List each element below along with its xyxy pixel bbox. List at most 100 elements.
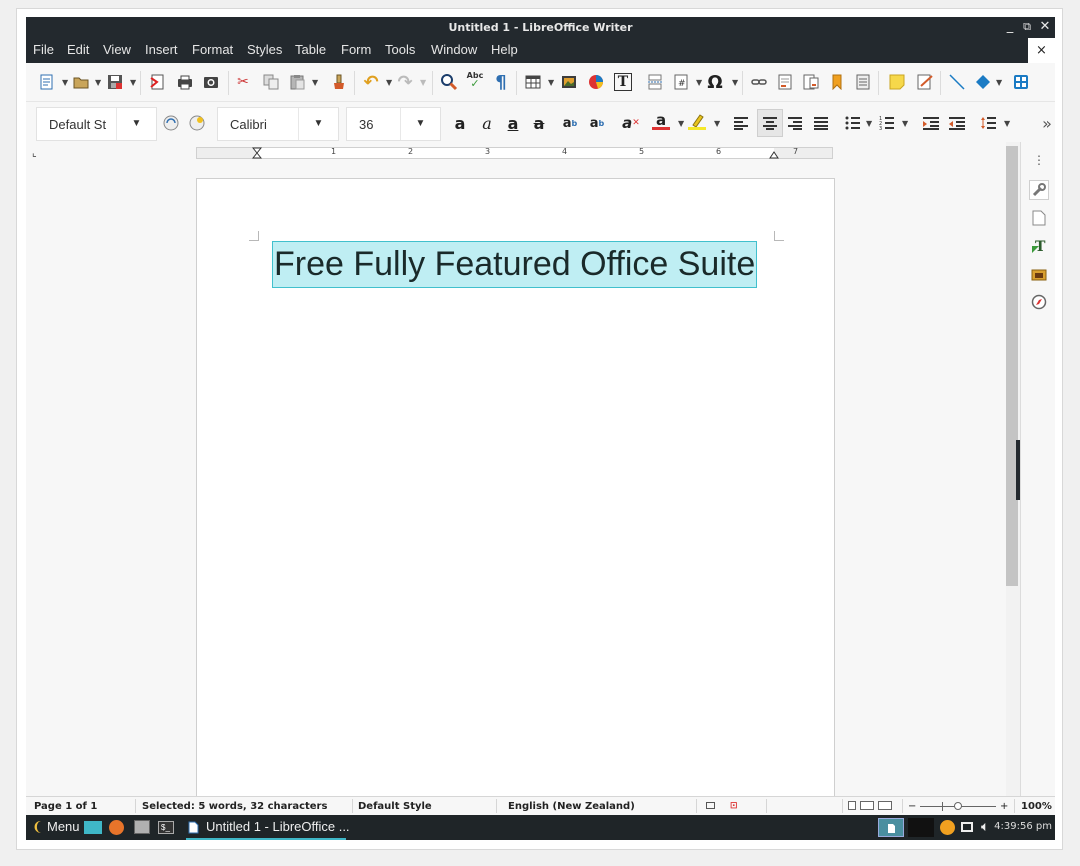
properties-icon[interactable]: [1029, 180, 1049, 200]
zoom-slider-handle[interactable]: [954, 802, 962, 810]
chevron-down-icon[interactable]: ▼: [130, 78, 136, 87]
chevron-down-icon[interactable]: ▼: [116, 108, 156, 140]
menu-table[interactable]: Table: [295, 42, 326, 57]
print-preview-icon[interactable]: [202, 73, 220, 91]
scrollbar-thumb[interactable]: [1006, 146, 1018, 586]
menu-styles[interactable]: Styles: [247, 42, 282, 57]
font-color-icon[interactable]: a: [652, 111, 670, 130]
chevron-down-icon[interactable]: ▼: [696, 78, 702, 87]
zoom-in-button[interactable]: +: [1000, 801, 1008, 812]
bold-icon[interactable]: a: [451, 114, 469, 133]
page-deck-icon[interactable]: [1029, 208, 1049, 228]
single-page-view-icon[interactable]: [848, 801, 856, 810]
language[interactable]: English (New Zealand): [508, 801, 635, 812]
paragraph-style-combo[interactable]: Default St ▼: [36, 107, 157, 141]
menu-logo-icon[interactable]: ❨: [32, 819, 43, 835]
decrease-indent-icon[interactable]: [948, 114, 966, 132]
justify-icon[interactable]: [812, 114, 830, 132]
chevron-down-icon[interactable]: ▼: [902, 119, 908, 128]
align-right-icon[interactable]: [786, 114, 804, 132]
endnote-icon[interactable]: [802, 73, 820, 91]
italic-icon[interactable]: a: [478, 114, 496, 133]
sidebar-menu-icon[interactable]: ⋮: [1029, 150, 1049, 170]
styles-deck-icon[interactable]: T: [1029, 236, 1049, 256]
font-size-combo[interactable]: 36 ▼: [346, 107, 441, 141]
footnote-icon[interactable]: [776, 73, 794, 91]
chevron-down-icon[interactable]: ▼: [866, 119, 872, 128]
menu-insert[interactable]: Insert: [145, 42, 178, 57]
firefox-icon[interactable]: [109, 820, 124, 835]
cross-reference-icon[interactable]: [854, 73, 872, 91]
ordered-list-icon[interactable]: 123: [878, 114, 896, 132]
chevron-down-icon[interactable]: ▼: [732, 78, 738, 87]
menu-edit[interactable]: Edit: [67, 42, 89, 57]
menu-format[interactable]: Format: [192, 42, 233, 57]
restore-button[interactable]: ⧉: [1018, 19, 1036, 35]
superscript-icon[interactable]: ab: [561, 114, 579, 132]
insert-mode-icon[interactable]: [706, 802, 715, 809]
close-document-button[interactable]: ×: [1028, 38, 1055, 63]
menu-view[interactable]: View: [103, 42, 131, 57]
align-left-icon[interactable]: [732, 114, 750, 132]
workspace-2[interactable]: [908, 818, 934, 837]
special-character-icon[interactable]: Ω: [706, 72, 724, 93]
file-manager-icon[interactable]: [134, 820, 150, 834]
open-icon[interactable]: [72, 73, 90, 91]
redo-icon[interactable]: ↷: [396, 72, 414, 93]
document-page[interactable]: Free Fully Featured Office Suite: [196, 178, 835, 818]
line-spacing-icon[interactable]: [980, 114, 998, 132]
chevron-down-icon[interactable]: ▼: [62, 78, 68, 87]
chevron-down-icon[interactable]: ▼: [678, 119, 684, 128]
chevron-down-icon[interactable]: ▼: [298, 108, 338, 140]
document-modified-icon[interactable]: ⊡: [730, 801, 738, 811]
zoom-out-button[interactable]: −: [908, 801, 916, 812]
unordered-list-icon[interactable]: [844, 114, 862, 132]
hyperlink-icon[interactable]: [750, 73, 768, 91]
word-count[interactable]: Selected: 5 words, 32 characters: [142, 801, 327, 812]
start-menu-button[interactable]: Menu: [47, 819, 80, 834]
navigator-icon[interactable]: [1029, 292, 1049, 312]
subscript-icon[interactable]: ab: [588, 114, 606, 132]
chevron-down-icon[interactable]: ▼: [95, 78, 101, 87]
cut-icon[interactable]: ✂: [234, 73, 252, 91]
menu-help[interactable]: Help: [491, 42, 518, 57]
font-name-combo[interactable]: Calibri ▼: [217, 107, 339, 141]
book-view-icon[interactable]: [878, 801, 892, 810]
menu-tools[interactable]: Tools: [385, 42, 415, 57]
print-icon[interactable]: [176, 73, 194, 91]
right-indent-marker[interactable]: [769, 151, 779, 159]
align-center-icon[interactable]: [757, 109, 783, 137]
chevron-down-icon[interactable]: ▼: [996, 78, 1002, 87]
workspace-switcher[interactable]: [878, 818, 904, 837]
toolbar-overflow-button[interactable]: »: [1038, 114, 1056, 133]
insert-image-icon[interactable]: [560, 73, 578, 91]
menu-form[interactable]: Form: [341, 42, 371, 57]
new-document-icon[interactable]: [38, 73, 56, 91]
page-break-icon[interactable]: [646, 73, 664, 91]
show-desktop-icon[interactable]: [84, 821, 102, 834]
formatting-marks-icon[interactable]: ¶: [492, 72, 510, 93]
insert-table-icon[interactable]: [524, 73, 542, 91]
bookmark-icon[interactable]: [828, 73, 846, 91]
update-style-icon[interactable]: [162, 114, 180, 132]
save-icon[interactable]: [106, 73, 124, 91]
line-icon[interactable]: [948, 73, 966, 91]
gallery-deck-icon[interactable]: [1029, 264, 1049, 284]
comment-icon[interactable]: [888, 73, 906, 91]
strikethrough-icon[interactable]: a: [530, 114, 548, 133]
clone-formatting-icon[interactable]: [330, 73, 348, 91]
track-changes-icon[interactable]: [916, 73, 934, 91]
chevron-down-icon[interactable]: ▼: [386, 78, 392, 87]
tab-stop-selector[interactable]: ⌞: [32, 148, 37, 159]
close-window-button[interactable]: ✕: [1036, 19, 1054, 35]
menu-file[interactable]: File: [33, 42, 54, 57]
chevron-down-icon[interactable]: ▼: [312, 78, 318, 87]
insert-textbox-icon[interactable]: T: [614, 73, 632, 91]
update-manager-icon[interactable]: [940, 820, 955, 835]
chevron-down-icon[interactable]: ▼: [1004, 119, 1010, 128]
copy-icon[interactable]: [262, 73, 280, 91]
highlighting-icon[interactable]: [688, 112, 706, 130]
network-icon[interactable]: [961, 822, 973, 832]
underline-icon[interactable]: a: [504, 114, 522, 133]
left-indent-marker[interactable]: [252, 147, 262, 159]
